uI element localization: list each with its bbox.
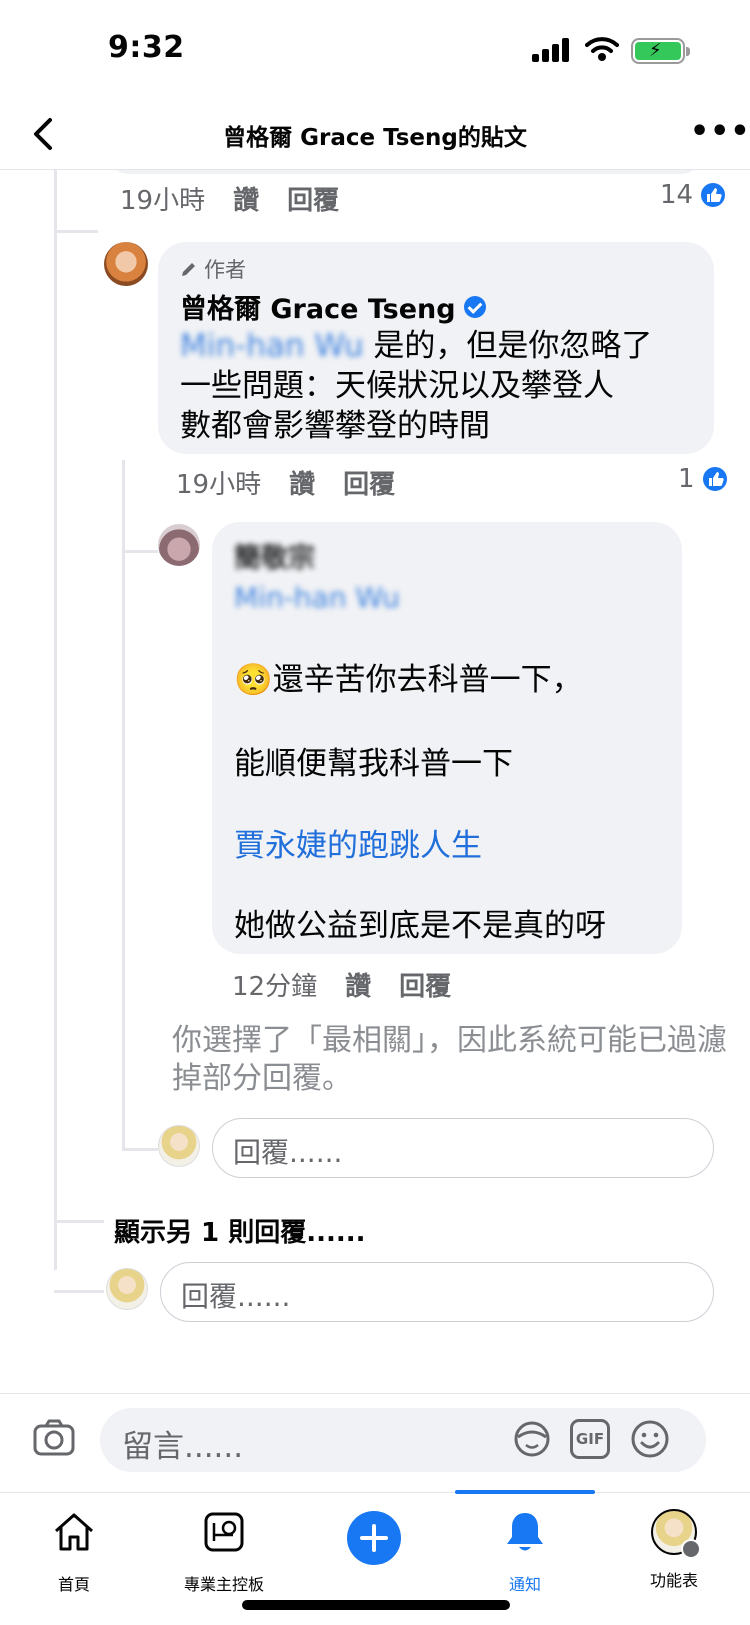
nested-reply-bubble: 簡敬宗 Min-han Wu 🥺還辛苦你去科普一下， 能順便幫我科普一下 賈永婕…	[212, 522, 682, 954]
comment-thread: 19小時 讚 回覆 14 作者 曾格爾 Grace Tseng Min-han …	[0, 170, 750, 1390]
comment-text-line3: 數都會影響攀登的時間	[180, 408, 490, 444]
mention-link[interactable]: Min-han Wu	[180, 328, 364, 364]
thumbs-up-icon	[700, 465, 729, 493]
comment-meta-row: 19小時 讚 回覆	[176, 464, 395, 501]
avatar-sticker-icon[interactable]	[512, 1419, 552, 1459]
comment-text-line1: 🥺還辛苦你去科普一下，	[234, 660, 674, 700]
nested-reply-placeholder: 回覆......	[233, 1136, 343, 1169]
tab-notifications-label: 通知	[508, 1575, 541, 1594]
comment-text: Min-han Wu 是的，但是你忽略了 一些問題：天候狀況以及攀登人 數都會影…	[180, 326, 700, 446]
comment-timestamp: 19小時	[120, 186, 206, 216]
author-badge-label: 作者	[204, 258, 246, 282]
pencil-icon	[182, 263, 195, 276]
profile-menu-icon	[651, 1509, 701, 1559]
home-indicator	[242, 1600, 510, 1610]
tab-menu-label: 功能表	[649, 1571, 698, 1590]
mention-link[interactable]: Min-han Wu	[234, 578, 400, 618]
create-plus-icon	[347, 1511, 401, 1565]
pleading-face-emoji: 🥺	[234, 662, 273, 698]
commenter-name[interactable]: 簡敬宗	[234, 536, 315, 575]
my-avatar	[158, 1125, 200, 1167]
reaction-count[interactable]: 14	[660, 180, 728, 210]
comment-text-line1-text: 還辛苦你去科普一下，	[272, 662, 583, 698]
cellular-signal-icon	[532, 38, 572, 62]
bell-icon	[507, 1513, 543, 1551]
status-time: 9:32	[108, 30, 185, 65]
tab-notifications[interactable]: 通知	[455, 1503, 595, 1595]
comment-text-line3: 她做公益到底是不是真的呀	[234, 908, 606, 944]
reaction-count[interactable]: 1	[678, 464, 729, 494]
tab-menu[interactable]: 功能表	[604, 1503, 744, 1591]
comment-input[interactable]: 留言...... GIF	[100, 1408, 706, 1472]
tab-professional-dashboard[interactable]: 專業主控板	[154, 1503, 294, 1595]
thumbs-up-icon	[699, 181, 728, 209]
gif-icon[interactable]: GIF	[570, 1419, 610, 1459]
menu-lines-icon	[681, 1539, 701, 1559]
verified-badge-icon	[463, 295, 486, 318]
battery-icon: ⚡	[631, 38, 690, 64]
like-button[interactable]: 讚	[233, 180, 259, 217]
my-avatar	[106, 1268, 148, 1310]
comment-meta-row: 12分鐘 讚 回覆	[232, 966, 451, 1003]
reply-button[interactable]: 回覆	[287, 180, 339, 217]
home-icon	[55, 1513, 93, 1551]
commenter-name-text: 曾格爾 Grace Tseng	[180, 294, 456, 325]
wifi-icon	[585, 37, 619, 61]
tab-home-label: 首頁	[57, 1575, 90, 1594]
comment-text-line2: 一些問題：天候狀況以及攀登人	[180, 368, 614, 404]
comment-text-line2: 能順便幫我科普一下	[234, 746, 513, 782]
camera-icon[interactable]	[32, 1416, 76, 1460]
tab-create[interactable]	[304, 1503, 444, 1565]
tab-home[interactable]: 首頁	[4, 1503, 144, 1595]
comment-text-line1: 是的，但是你忽略了	[373, 328, 653, 364]
reply-placeholder: 回覆......	[181, 1280, 291, 1313]
reaction-count-number: 14	[660, 180, 694, 210]
comment-meta-row: 19小時 讚 回覆	[120, 180, 339, 217]
commenter-avatar[interactable]	[158, 524, 200, 566]
reply-button[interactable]: 回覆	[399, 966, 451, 1003]
reaction-count-number: 1	[678, 464, 695, 494]
comment-timestamp: 19小時	[176, 470, 262, 500]
tab-dashboard-label: 專業主控板	[183, 1575, 264, 1594]
more-options-icon[interactable]: •••	[690, 117, 750, 147]
page-link[interactable]: 賈永婕的跑跳人生	[234, 826, 482, 866]
like-button[interactable]: 讚	[289, 464, 315, 501]
post-header: 曾格爾 Grace Tseng的貼文 •••	[0, 100, 750, 170]
like-button[interactable]: 讚	[345, 966, 371, 1003]
show-more-replies-link[interactable]: 顯示另 1 則回覆......	[114, 1212, 365, 1249]
author-reply-bubble: 作者 曾格爾 Grace Tseng Min-han Wu 是的，但是你忽略了 …	[158, 242, 714, 454]
dashboard-icon	[204, 1512, 244, 1552]
commenter-name[interactable]: 曾格爾 Grace Tseng	[180, 287, 486, 326]
comment-timestamp: 12分鐘	[232, 972, 318, 1002]
comment-composer: 留言...... GIF	[0, 1393, 750, 1493]
filter-notice: 你選擇了「最相關」，因此系統可能已過濾掉部分回覆。	[172, 1023, 727, 1096]
reply-input[interactable]: 回覆......	[160, 1262, 714, 1322]
author-avatar[interactable]	[104, 242, 148, 286]
comment-placeholder: 留言......	[122, 1429, 244, 1465]
active-tab-indicator	[455, 1490, 595, 1494]
nested-reply-input[interactable]: 回覆......	[212, 1118, 714, 1178]
emoji-icon[interactable]	[630, 1419, 670, 1459]
reply-button[interactable]: 回覆	[343, 464, 395, 501]
previous-comment-bubble	[110, 170, 700, 174]
status-bar: 9:32 ⚡	[0, 0, 750, 100]
page-title: 曾格爾 Grace Tseng的貼文	[223, 125, 527, 151]
author-badge: 作者	[180, 254, 246, 284]
